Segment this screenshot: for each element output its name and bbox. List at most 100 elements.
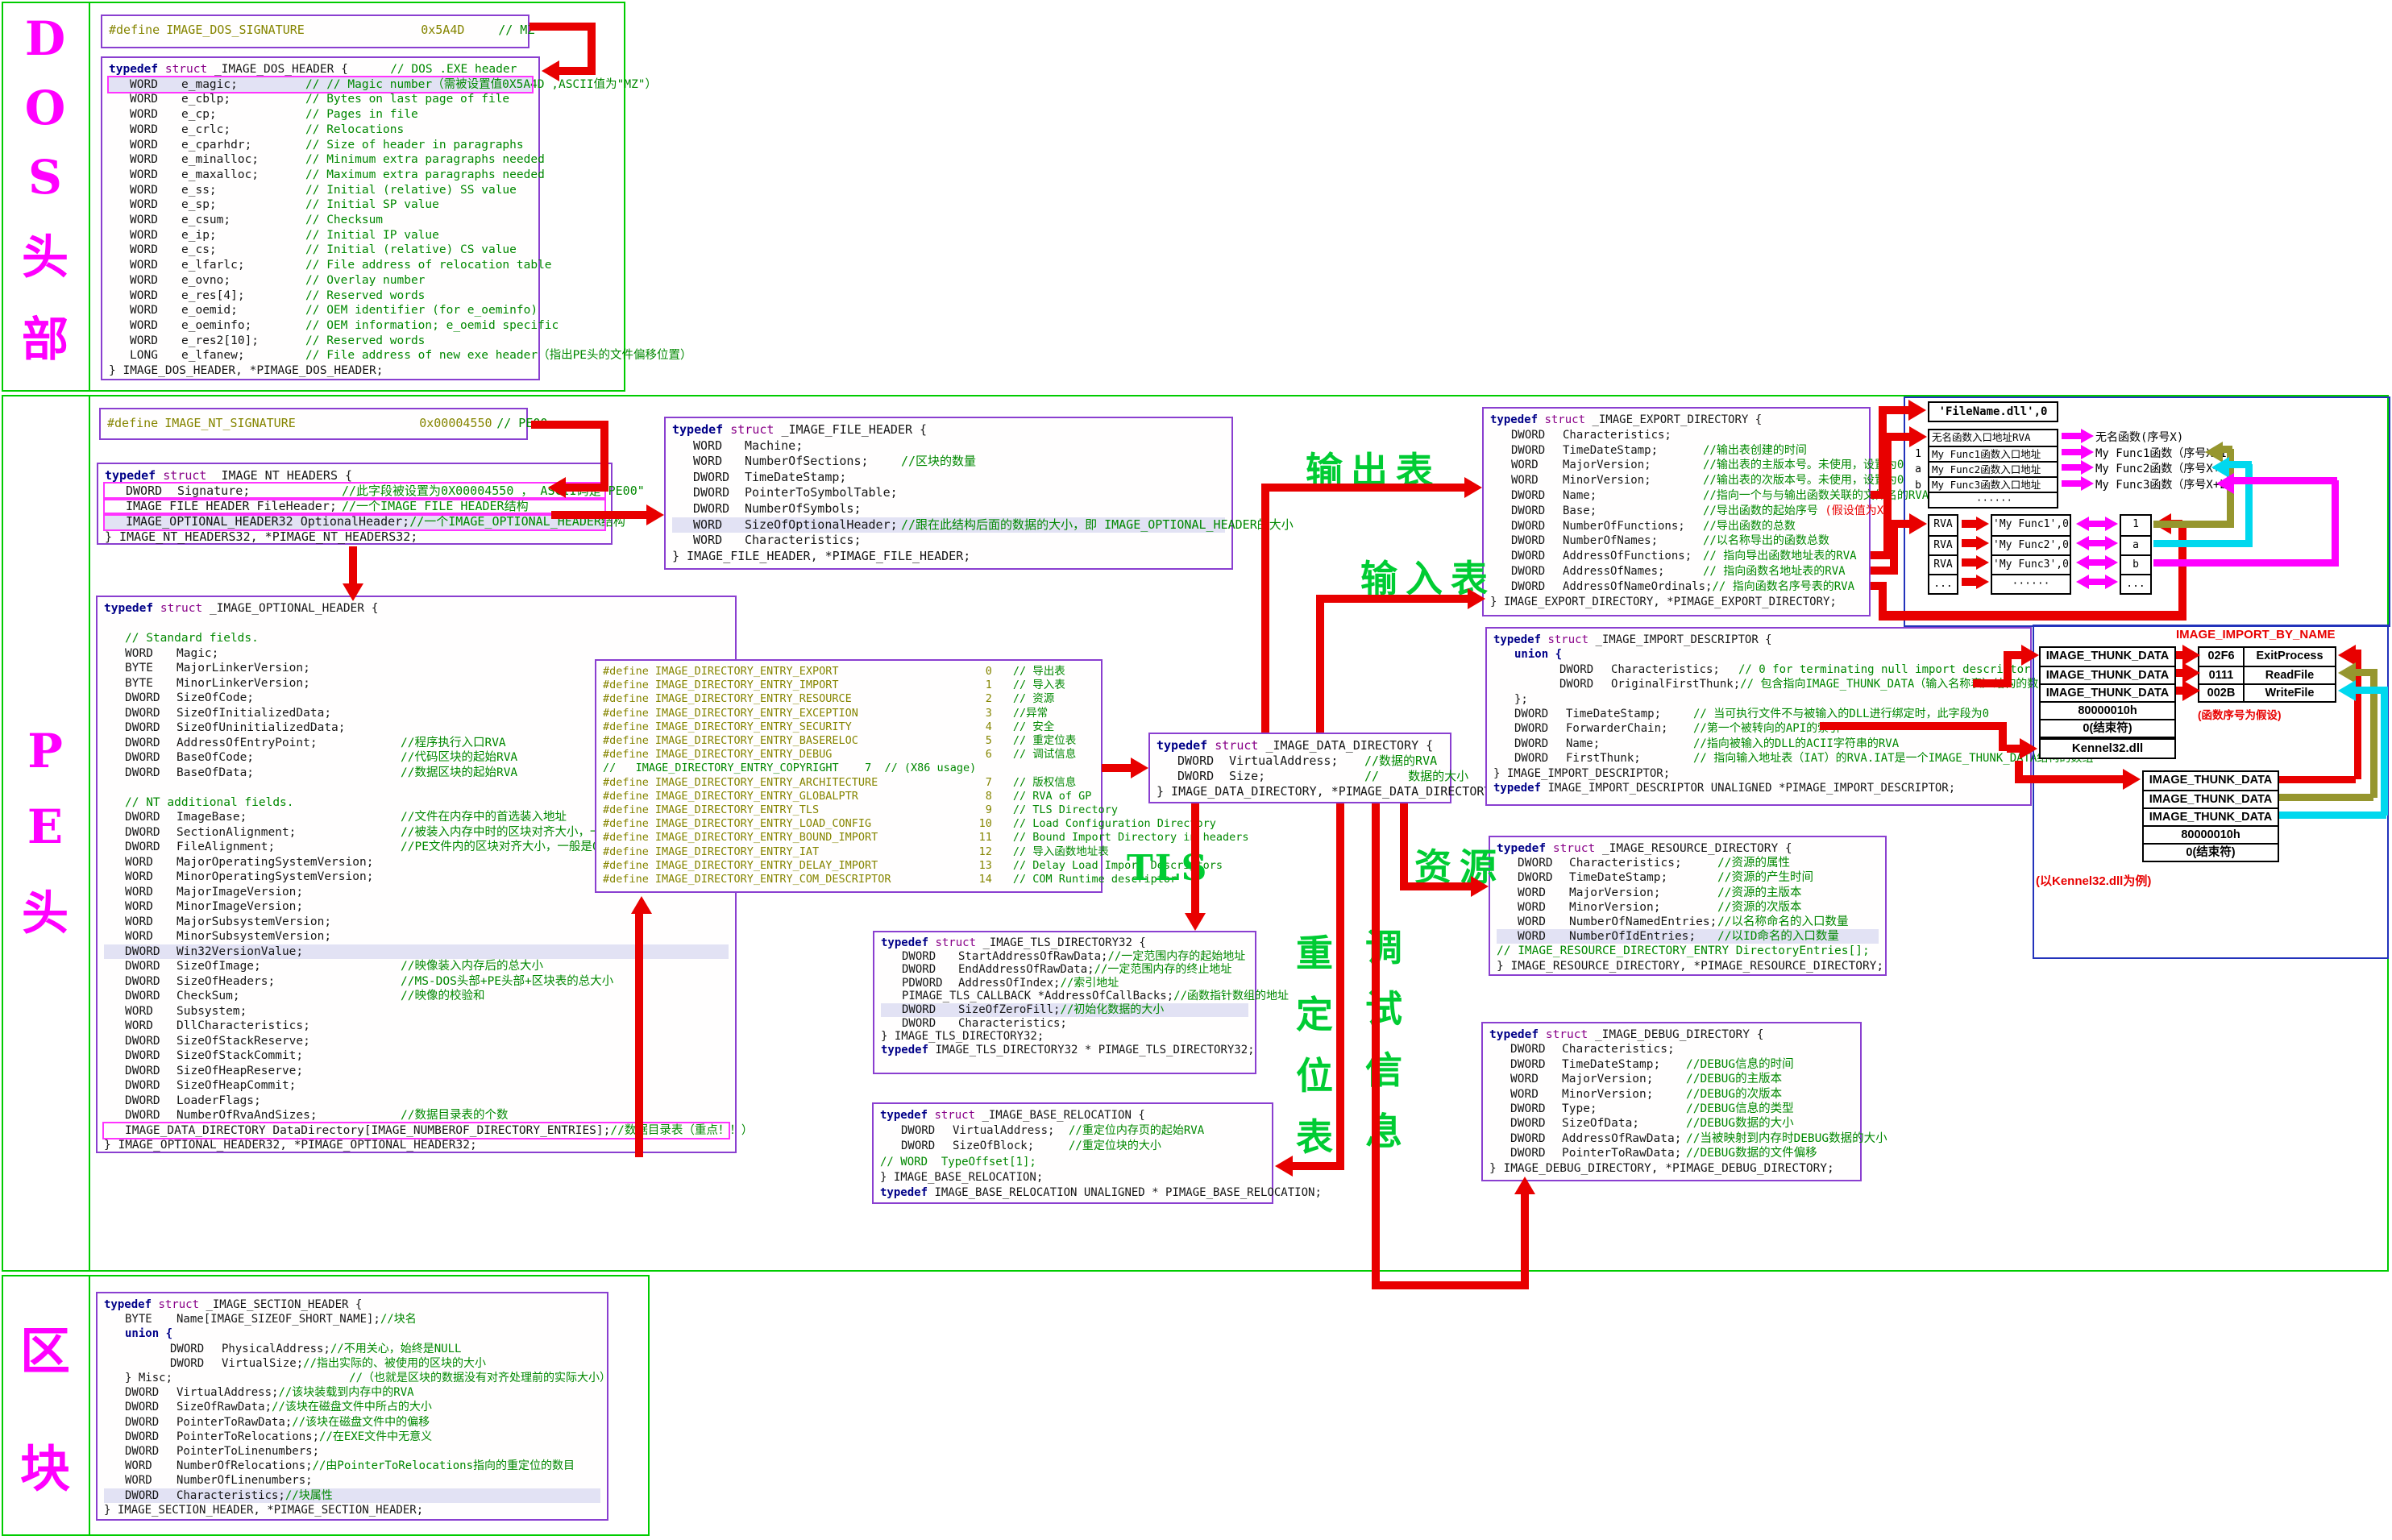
list-item: 80000010h: [2041, 701, 2174, 719]
arrowhead: [2105, 575, 2118, 589]
list-item: E: [27, 799, 64, 854]
connector-line: [1879, 611, 2186, 621]
image-file-header-box: typedef struct _IMAGE_FILE_HEADER {WORD M…: [664, 417, 1294, 570]
code-line: LONG e_lfanew;// File address of new exe …: [130, 349, 692, 363]
arrowhead: [2105, 536, 2118, 550]
list-item: 'My Func3',0: [1992, 554, 2070, 574]
arrowhead: [1275, 1156, 1293, 1177]
code-line: DWORD TimeDateStamp;//DEBUG信息的时间: [1510, 1057, 1794, 1071]
code-line: #define IMAGE_DIRECTORY_ENTRY_IAT 12// 导入函…: [603, 845, 1109, 858]
connector-line: [2279, 812, 2386, 819]
code-line: WORD MinorVersion;//DEBUG的次版本: [1510, 1087, 1783, 1101]
image-dos-header-box: typedef struct _IMAGE_DOS_HEADER { // DO…: [101, 56, 692, 380]
code-line: } IMAGE_DEBUG_DIRECTORY, *PIMAGE_DEBUG_D…: [1489, 1161, 1834, 1175]
blocks-section-label: 区块: [3, 1276, 87, 1534]
import-name-table: IMAGE_THUNK_DATA IMAGE_THUNK_DATA IMAGE_TH…: [2039, 646, 2176, 738]
code-line: DWORD TimeDateStamp;: [693, 469, 847, 484]
code-line: WORD e_ip;// Initial IP value: [130, 228, 439, 242]
code-line: DWORD OriginalFirstThunk;// 包含指向IMAGE_THU…: [1559, 678, 2050, 691]
list-item: 头: [21, 886, 69, 940]
arrowhead: [2021, 645, 2039, 666]
list-item: IMAGE_THUNK_DATA: [2149, 774, 2273, 787]
code-line: WORD e_res2[10];// Reserved words: [130, 334, 426, 347]
code-line: DWORD SizeOfRawData;//该块在磁盘文件中所占的大小: [125, 1401, 432, 1414]
connector-line: [1871, 567, 1890, 575]
code-line: DWORD FirstThunk;// 指向输入地址表（IAT）的RVA.IAT是…: [1514, 752, 2094, 766]
code-line: DWORD PointerToRelocations;//在EXE文件中无意义: [125, 1430, 433, 1443]
code-line: };: [1514, 692, 1528, 706]
code-line: #define IMAGE_DIRECTORY_ENTRY_BASERELOC 5/…: [603, 734, 1077, 748]
code-line: DWORD StartAddressOfRawData;//一定范围内存的起始地址: [902, 949, 1246, 963]
code-line: } IMAGE_NT_HEADERS32, *PIMAGE_NT_HEADERS…: [105, 529, 418, 544]
connector-line: [349, 546, 357, 585]
code-line: DWORD SizeOfData;//DEBUG数据的大小: [1510, 1117, 1794, 1131]
code-line: WORD e_sp;// Initial SP value: [130, 198, 439, 212]
code-line: typedef struct _IMAGE_NT_HEADERS {: [105, 468, 353, 483]
connector-line: [1191, 803, 1199, 915]
code-line: #define IMAGE_DIREC­TORY_ENTRY_DELAY_IMPO…: [603, 858, 1223, 872]
code-line: DWORD NumberOfSymbols;: [693, 500, 862, 516]
nt-signature-define-box: #define IMAGE_NT_SIGNATURE 0x00004550// PE…: [99, 408, 547, 440]
code-line: union {: [1514, 648, 1563, 662]
code-line: #define IMAGE_DIRECTORY_ENTRY_ARCHITECTUR…: [603, 775, 1077, 789]
code-line: WORD e_crlc;// Relocations: [130, 122, 405, 136]
code-line: WORD e_magic;// // Magic number（需被设置值0X5A…: [107, 75, 657, 94]
list-item: a: [2121, 535, 2150, 554]
code-line: } IMAGE_RESOURCE_DIRECTORY, *PIMAGE_RESO…: [1497, 959, 1884, 973]
list-item: IMAGE_THUNK_DATA: [2144, 807, 2278, 825]
code-line: WORD MinorVersion;//输出表的次版本号。未使用，设置为0: [1511, 474, 1904, 488]
arrowhead: [1976, 555, 1989, 570]
list-item: RVA: [1929, 554, 1957, 574]
connector-line: [2087, 521, 2107, 527]
list-item: 定: [1296, 993, 1333, 1036]
list-item: My Func1函数入口地址RVA: [1929, 446, 2057, 461]
arrowhead: [542, 60, 559, 81]
import-by-name-title: IMAGE_IMPORT_BY_NAME: [2176, 628, 2336, 641]
export-filename-box: 'FileName.dll',0: [1928, 401, 2058, 422]
connector-line: [1871, 551, 1883, 559]
code-line: DWORD SizeOfZeroFill;//初始化数据的大小: [881, 1002, 1248, 1017]
arrowhead: [2182, 680, 2200, 701]
code-line: WORD e_oemid;// OEM identifier (for e_oem…: [130, 304, 538, 318]
code-line: WORD NumberOfNamedEntries;//以名称命名的入口数量: [1518, 915, 1849, 929]
connector-line: [2087, 540, 2107, 546]
code-line: WORD Machine;: [693, 438, 804, 453]
code-line: #define IMAGE_DIRECTORY_ENTRY_EXPORT 0// 导…: [603, 665, 1065, 678]
code-line: typedef struct _IMAGE_SECTION_HEADER {: [104, 1298, 363, 1311]
example-note: (以Kennel32.dll为例): [2036, 874, 2152, 888]
connector-line: [1892, 433, 1911, 441]
code-line: DWORD PointerToLinenumbers;: [125, 1445, 320, 1459]
code-line: DWORD Characteristics;//资源的属性: [1518, 857, 1790, 870]
list-item: a: [1915, 463, 1921, 475]
arrowhead: [2338, 680, 2356, 701]
list-item: 80000010h: [2144, 825, 2278, 843]
code-line: WORD e_res[4];// Reserved words: [130, 288, 426, 302]
connector-line: [531, 421, 608, 429]
list-item: 'My Func1',0: [1993, 518, 2069, 530]
list-item: 块: [19, 1439, 70, 1498]
code-line: WORD MajorVersion;//资源的主版本: [1518, 886, 1802, 899]
list-item: 部: [21, 312, 69, 367]
code-line: typedef struct _IMAGE_IMPORT_DESCRIPTOR …: [1493, 633, 1772, 646]
arrowhead: [1909, 426, 1927, 447]
image-import-descriptor-box: typedef struct _IMAGE_IMPORT_DESCRIPTOR …: [1485, 627, 2094, 806]
image-data-directory-box: typedef struct _IMAGE_DATA_DIRECTORY {DW…: [1148, 733, 1498, 803]
code-line: BYTE Name[IMAGE_SIZEOF_SHORT_NAME];//块名: [125, 1313, 417, 1326]
code-line: DWORD VirtualSize;//指出实际的、被使用的区块的大小: [170, 1356, 487, 1370]
code-line: DWORD Characteristics;: [1510, 1043, 1675, 1056]
code-line: DWORD PointerToRawData;//该块在磁盘文件中的偏移: [125, 1415, 430, 1429]
code-line: } IMAGE_BASE_RELOCATION;: [880, 1170, 1044, 1184]
arrowhead: [631, 896, 652, 914]
relocation-table-label: 重定位表: [1296, 923, 1333, 1168]
list-item: 区: [19, 1322, 70, 1380]
arrowhead: [343, 583, 363, 601]
code-line: typedef struct _IMAGE_TLS_DIRECTORY32 {: [881, 936, 1146, 949]
list-item: 位: [1296, 1054, 1333, 1098]
code-line: DWORD VirtualAddress;//该块装载到内存中的RVA: [125, 1386, 414, 1400]
code-line: WORD SizeOfOptionalHeader;//跟在此结构后面的数据的大小…: [672, 517, 1294, 533]
connector-line: [1102, 764, 1134, 772]
code-line: } IMAGE_FILE_HEADER, *PIMAGE_FILE_HEADER…: [672, 548, 971, 563]
code-line: typedef struct _IMAGE_DOS_HEADER { // DO…: [109, 63, 517, 76]
connector-line: [1289, 1162, 1344, 1170]
code-line: typedef IMAGE_BASE_RELOCATION UNALIGNED …: [880, 1186, 1322, 1200]
